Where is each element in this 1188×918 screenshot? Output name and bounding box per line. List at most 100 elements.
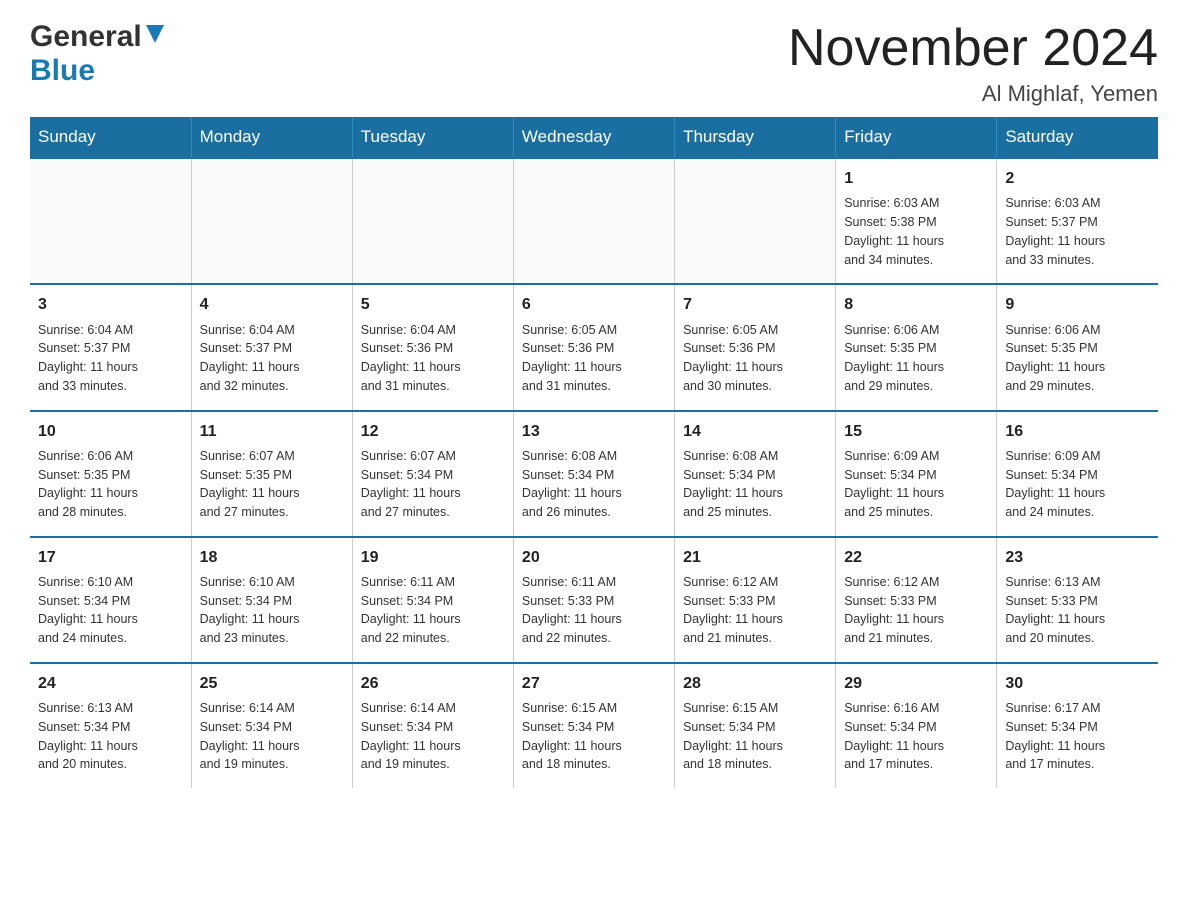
- day-number: 2: [1005, 167, 1150, 190]
- day-number: 17: [38, 546, 183, 569]
- day-info: Sunrise: 6:12 AMSunset: 5:33 PMDaylight:…: [683, 573, 827, 648]
- calendar-header-row: SundayMondayTuesdayWednesdayThursdayFrid…: [30, 117, 1158, 158]
- day-number: 9: [1005, 293, 1150, 316]
- logo-triangle-icon: [144, 23, 166, 45]
- day-info: Sunrise: 6:07 AMSunset: 5:35 PMDaylight:…: [200, 447, 344, 522]
- day-number: 11: [200, 420, 344, 443]
- day-number: 22: [844, 546, 988, 569]
- calendar-cell: 10 Sunrise: 6:06 AMSunset: 5:35 PMDayligh…: [30, 411, 191, 537]
- day-number: 23: [1005, 546, 1150, 569]
- day-info: Sunrise: 6:14 AMSunset: 5:34 PMDaylight:…: [200, 699, 344, 774]
- day-info: Sunrise: 6:11 AMSunset: 5:33 PMDaylight:…: [522, 573, 666, 648]
- day-info: Sunrise: 6:06 AMSunset: 5:35 PMDaylight:…: [38, 447, 183, 522]
- day-info: Sunrise: 6:16 AMSunset: 5:34 PMDaylight:…: [844, 699, 988, 774]
- page-header: General Blue November 2024 Al Mighlaf, Y…: [30, 20, 1158, 107]
- day-info: Sunrise: 6:13 AMSunset: 5:33 PMDaylight:…: [1005, 573, 1150, 648]
- calendar-cell: 23 Sunrise: 6:13 AMSunset: 5:33 PMDayligh…: [997, 537, 1158, 663]
- day-number: 12: [361, 420, 505, 443]
- calendar-cell: 1 Sunrise: 6:03 AMSunset: 5:38 PMDaylight…: [836, 158, 997, 284]
- calendar-day-header: Saturday: [997, 117, 1158, 158]
- logo-blue: Blue: [30, 54, 95, 87]
- logo-general: General: [30, 20, 142, 54]
- calendar-cell: 13 Sunrise: 6:08 AMSunset: 5:34 PMDayligh…: [513, 411, 674, 537]
- calendar-cell: [191, 158, 352, 284]
- day-number: 21: [683, 546, 827, 569]
- calendar-cell: 21 Sunrise: 6:12 AMSunset: 5:33 PMDayligh…: [675, 537, 836, 663]
- day-number: 26: [361, 672, 505, 695]
- calendar-cell: 24 Sunrise: 6:13 AMSunset: 5:34 PMDayligh…: [30, 663, 191, 788]
- day-info: Sunrise: 6:07 AMSunset: 5:34 PMDaylight:…: [361, 447, 505, 522]
- calendar-cell: 28 Sunrise: 6:15 AMSunset: 5:34 PMDayligh…: [675, 663, 836, 788]
- day-number: 3: [38, 293, 183, 316]
- day-number: 30: [1005, 672, 1150, 695]
- day-info: Sunrise: 6:05 AMSunset: 5:36 PMDaylight:…: [522, 321, 666, 396]
- day-info: Sunrise: 6:03 AMSunset: 5:38 PMDaylight:…: [844, 194, 988, 269]
- day-info: Sunrise: 6:04 AMSunset: 5:37 PMDaylight:…: [38, 321, 183, 396]
- logo: General Blue: [30, 20, 166, 88]
- calendar-cell: 5Sunrise: 6:04 AMSunset: 5:36 PMDaylight…: [352, 284, 513, 410]
- calendar-day-header: Monday: [191, 117, 352, 158]
- calendar-day-header: Wednesday: [513, 117, 674, 158]
- calendar-week-row: 1 Sunrise: 6:03 AMSunset: 5:38 PMDaylight…: [30, 158, 1158, 284]
- calendar-cell: 16Sunrise: 6:09 AMSunset: 5:34 PMDayligh…: [997, 411, 1158, 537]
- day-number: 29: [844, 672, 988, 695]
- day-info: Sunrise: 6:09 AMSunset: 5:34 PMDaylight:…: [844, 447, 988, 522]
- day-number: 27: [522, 672, 666, 695]
- day-info: Sunrise: 6:08 AMSunset: 5:34 PMDaylight:…: [522, 447, 666, 522]
- calendar-day-header: Friday: [836, 117, 997, 158]
- day-number: 18: [200, 546, 344, 569]
- calendar-cell: 30 Sunrise: 6:17 AMSunset: 5:34 PMDayligh…: [997, 663, 1158, 788]
- day-info: Sunrise: 6:15 AMSunset: 5:34 PMDaylight:…: [522, 699, 666, 774]
- day-info: Sunrise: 6:06 AMSunset: 5:35 PMDaylight:…: [1005, 321, 1150, 396]
- day-info: Sunrise: 6:06 AMSunset: 5:35 PMDaylight:…: [844, 321, 988, 396]
- day-number: 19: [361, 546, 505, 569]
- day-info: Sunrise: 6:03 AMSunset: 5:37 PMDaylight:…: [1005, 194, 1150, 269]
- day-info: Sunrise: 6:17 AMSunset: 5:34 PMDaylight:…: [1005, 699, 1150, 774]
- calendar-day-header: Sunday: [30, 117, 191, 158]
- calendar-cell: [30, 158, 191, 284]
- calendar-cell: 22 Sunrise: 6:12 AMSunset: 5:33 PMDayligh…: [836, 537, 997, 663]
- calendar-cell: [513, 158, 674, 284]
- day-number: 8: [844, 293, 988, 316]
- day-info: Sunrise: 6:15 AMSunset: 5:34 PMDaylight:…: [683, 699, 827, 774]
- title-area: November 2024 Al Mighlaf, Yemen: [788, 20, 1158, 107]
- calendar-cell: 25 Sunrise: 6:14 AMSunset: 5:34 PMDayligh…: [191, 663, 352, 788]
- day-number: 20: [522, 546, 666, 569]
- calendar-cell: 17Sunrise: 6:10 AMSunset: 5:34 PMDayligh…: [30, 537, 191, 663]
- location: Al Mighlaf, Yemen: [788, 81, 1158, 107]
- calendar-cell: 11 Sunrise: 6:07 AMSunset: 5:35 PMDayligh…: [191, 411, 352, 537]
- day-number: 24: [38, 672, 183, 695]
- calendar-cell: 14Sunrise: 6:08 AMSunset: 5:34 PMDayligh…: [675, 411, 836, 537]
- calendar-cell: [352, 158, 513, 284]
- calendar-cell: [675, 158, 836, 284]
- day-info: Sunrise: 6:12 AMSunset: 5:33 PMDaylight:…: [844, 573, 988, 648]
- calendar-cell: 4Sunrise: 6:04 AMSunset: 5:37 PMDaylight…: [191, 284, 352, 410]
- calendar-table: SundayMondayTuesdayWednesdayThursdayFrid…: [30, 117, 1158, 788]
- calendar-cell: 3 Sunrise: 6:04 AMSunset: 5:37 PMDaylight…: [30, 284, 191, 410]
- day-number: 16: [1005, 420, 1150, 443]
- calendar-cell: 9 Sunrise: 6:06 AMSunset: 5:35 PMDaylight…: [997, 284, 1158, 410]
- day-number: 5: [361, 293, 505, 316]
- day-number: 28: [683, 672, 827, 695]
- day-info: Sunrise: 6:11 AMSunset: 5:34 PMDaylight:…: [361, 573, 505, 648]
- day-info: Sunrise: 6:14 AMSunset: 5:34 PMDaylight:…: [361, 699, 505, 774]
- day-number: 15: [844, 420, 988, 443]
- day-number: 13: [522, 420, 666, 443]
- calendar-cell: 15 Sunrise: 6:09 AMSunset: 5:34 PMDayligh…: [836, 411, 997, 537]
- day-number: 1: [844, 167, 988, 190]
- month-title: November 2024: [788, 20, 1158, 77]
- day-info: Sunrise: 6:05 AMSunset: 5:36 PMDaylight:…: [683, 321, 827, 396]
- day-info: Sunrise: 6:13 AMSunset: 5:34 PMDaylight:…: [38, 699, 183, 774]
- day-info: Sunrise: 6:10 AMSunset: 5:34 PMDaylight:…: [200, 573, 344, 648]
- calendar-cell: 27 Sunrise: 6:15 AMSunset: 5:34 PMDayligh…: [513, 663, 674, 788]
- calendar-week-row: 17 Sunrise: 6:10 AMSunset: 5:34 PMDayligh…: [30, 537, 1158, 663]
- day-number: 25: [200, 672, 344, 695]
- calendar-cell: 26 Sunrise: 6:14 AMSunset: 5:34 PMDayligh…: [352, 663, 513, 788]
- calendar-cell: 29 Sunrise: 6:16 AMSunset: 5:34 PMDayligh…: [836, 663, 997, 788]
- calendar-week-row: 3 Sunrise: 6:04 AMSunset: 5:37 PMDaylight…: [30, 284, 1158, 410]
- calendar-week-row: 24 Sunrise: 6:13 AMSunset: 5:34 PMDayligh…: [30, 663, 1158, 788]
- calendar-cell: 18 Sunrise: 6:10 AMSunset: 5:34 PMDayligh…: [191, 537, 352, 663]
- day-info: Sunrise: 6:08 AMSunset: 5:34 PMDaylight:…: [683, 447, 827, 522]
- day-number: 10: [38, 420, 183, 443]
- day-number: 6: [522, 293, 666, 316]
